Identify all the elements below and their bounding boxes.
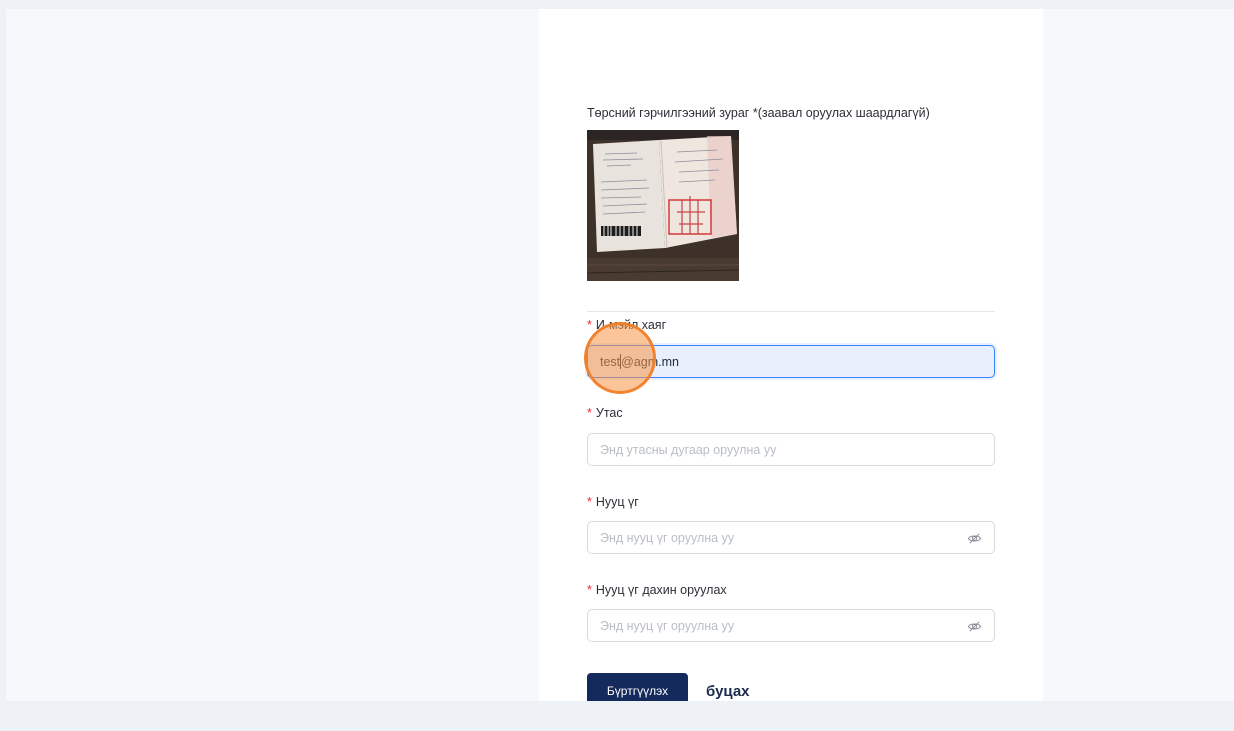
email-value-start: test	[600, 354, 621, 369]
eye-off-icon[interactable]	[967, 531, 982, 546]
registration-form: Төрсний гэрчилгээний зураг *(заавал оруу…	[539, 9, 1043, 701]
password-placeholder: Энд нууц үг оруулна уу	[600, 530, 735, 545]
phone-field[interactable]: Энд утасны дугаар оруулна уу	[587, 433, 995, 466]
phone-placeholder: Энд утасны дугаар оруулна уу	[600, 442, 777, 457]
email-value-end: @agm.mn	[621, 354, 679, 369]
password-confirm-placeholder: Энд нууц үг оруулна уу	[600, 618, 735, 633]
password-label: * Нууц үг	[587, 495, 639, 509]
required-mark: *	[587, 406, 592, 420]
birth-certificate-label: Төрсний гэрчилгээний зураг *(заавал оруу…	[587, 106, 930, 120]
email-field[interactable]: test @agm.mn	[587, 345, 995, 378]
birth-certificate-photo[interactable]	[587, 130, 739, 281]
password-confirm-label: * Нууц үг дахин оруулах	[587, 583, 727, 597]
required-mark: *	[587, 318, 592, 332]
register-button[interactable]: Бүртгүүлэх	[587, 673, 688, 701]
section-divider	[587, 311, 995, 312]
email-label: * И-мэйл хаяг	[587, 318, 667, 332]
required-mark: *	[587, 583, 592, 597]
phone-label: * Утас	[587, 406, 623, 420]
required-mark: *	[587, 495, 592, 509]
eye-off-icon[interactable]	[967, 619, 982, 634]
birth-certificate-image	[587, 130, 739, 281]
password-confirm-field[interactable]: Энд нууц үг оруулна уу	[587, 609, 995, 642]
back-link[interactable]: буцах	[706, 683, 750, 700]
password-field[interactable]: Энд нууц үг оруулна уу	[587, 521, 995, 554]
footer-strip	[0, 701, 1234, 731]
